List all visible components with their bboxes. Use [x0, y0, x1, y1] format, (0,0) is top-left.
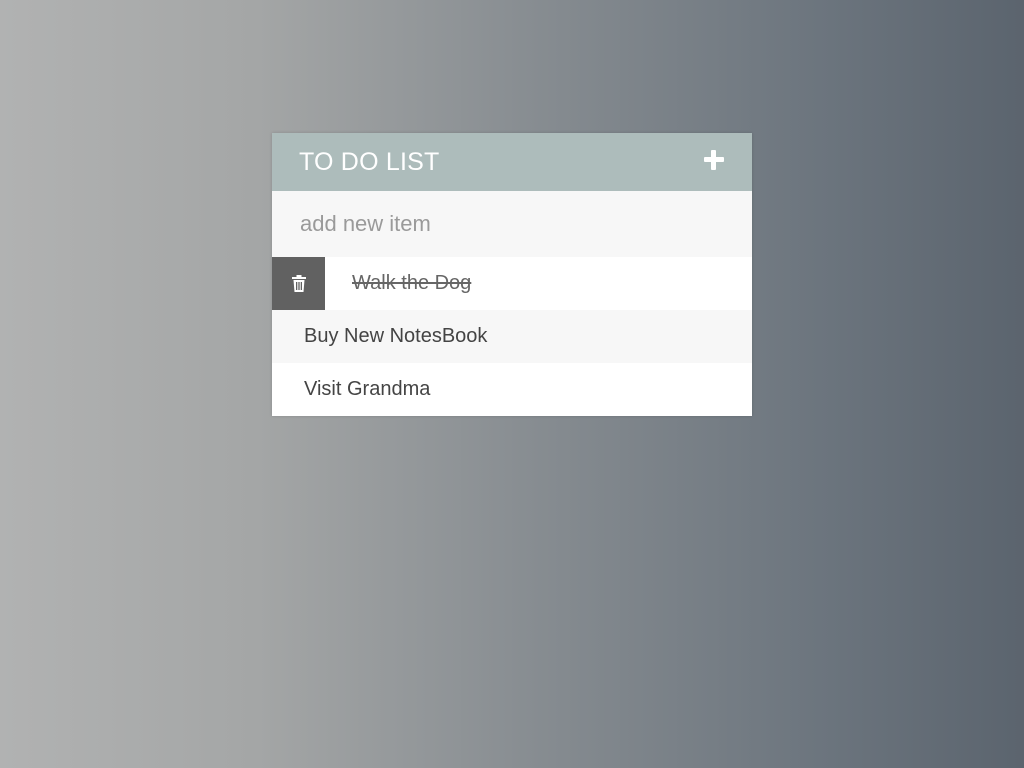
delete-button[interactable]: [272, 257, 325, 310]
trash-icon: [291, 275, 306, 292]
todo-item-text: Walk the Dog: [352, 272, 472, 294]
todo-item-text: Visit Grandma: [304, 378, 431, 400]
page-title: TO DO LIST: [299, 147, 440, 176]
todo-item-visit-grandma[interactable]: Visit Grandma: [272, 363, 752, 416]
todo-list: Walk the Dog Buy New NotesBook Visit Gra…: [272, 257, 752, 416]
todo-header: TO DO LIST: [272, 133, 752, 191]
todo-item-text: Buy New NotesBook: [304, 325, 488, 347]
todo-item-walk-the-dog[interactable]: Walk the Dog: [272, 257, 752, 310]
plus-icon[interactable]: [702, 148, 726, 172]
todo-item-buy-new-notesbook[interactable]: Buy New NotesBook: [272, 310, 752, 363]
todo-card: TO DO LIST Walk the Do: [272, 133, 752, 416]
new-item-input[interactable]: [272, 191, 752, 257]
plus-icon-vertical: [711, 150, 716, 170]
